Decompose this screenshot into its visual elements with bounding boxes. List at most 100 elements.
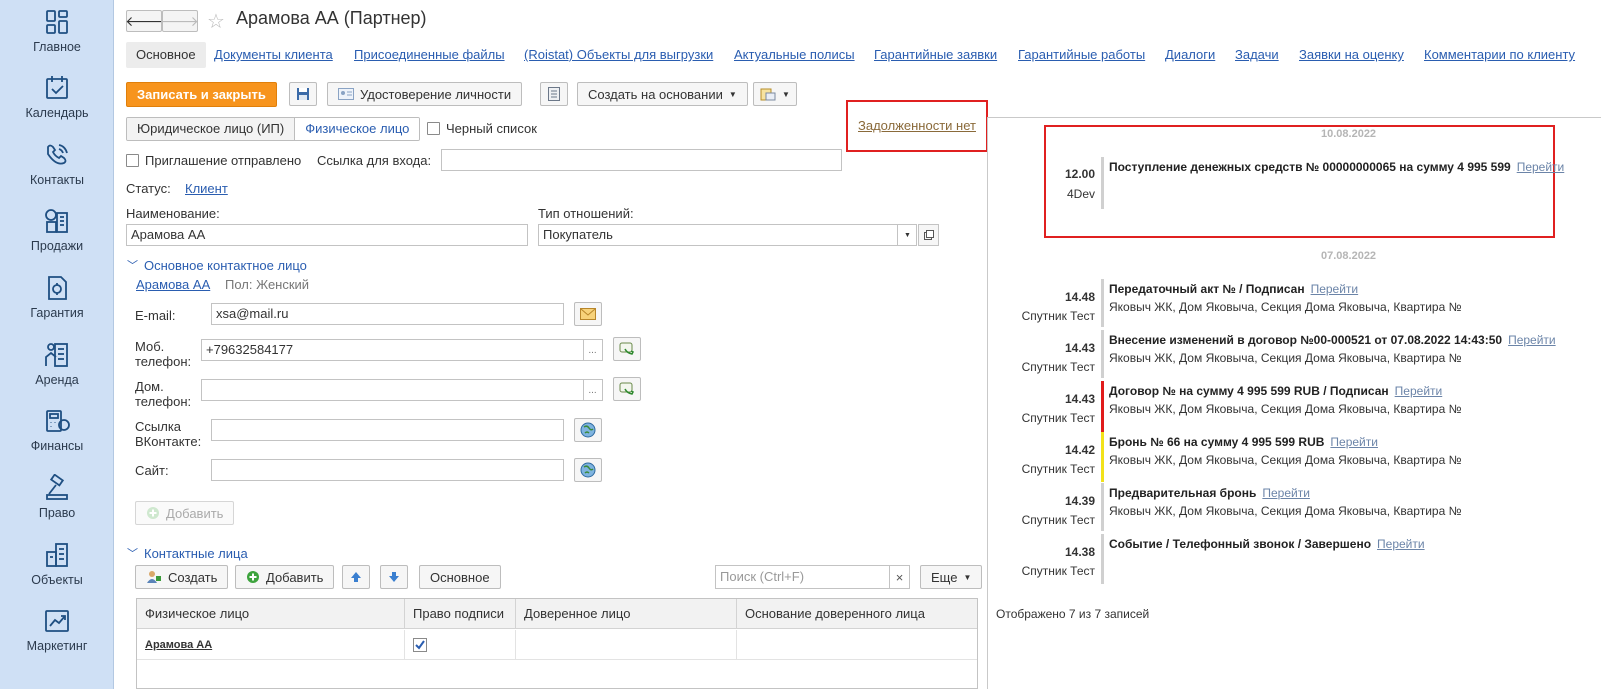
main-contact-link[interactable]: Арамова АА xyxy=(136,277,210,292)
set-main-contact-button[interactable]: Основное xyxy=(419,565,501,589)
column-header-trusted-person[interactable]: Доверенное лицо xyxy=(516,599,737,629)
id-card-icon xyxy=(338,88,354,100)
tab-main[interactable]: Основное xyxy=(126,42,206,68)
event-goto-link[interactable]: Перейти xyxy=(1330,435,1378,449)
more-actions-button[interactable]: Еще ▼ xyxy=(920,565,983,589)
contacts-search-input[interactable]: Поиск (Ctrl+F) xyxy=(715,565,890,589)
site-label: Сайт: xyxy=(135,463,169,478)
tab-roistat-objects[interactable]: (Roistat) Объекты для выгрузки xyxy=(524,42,713,68)
home-phone-input[interactable] xyxy=(201,379,603,401)
forward-button[interactable]: 🡒 xyxy=(161,10,199,32)
column-header-person[interactable]: Физическое лицо xyxy=(137,599,405,629)
email-input[interactable]: xsa@mail.ru xyxy=(211,303,564,325)
move-up-button[interactable] xyxy=(342,565,370,589)
objects-building-icon xyxy=(46,543,68,567)
clear-search-button[interactable]: × xyxy=(889,565,910,589)
sidebar-item-contacts[interactable]: Контакты xyxy=(0,133,114,199)
save-and-close-button[interactable]: Записать и закрыть xyxy=(126,82,277,107)
status-label: Статус: xyxy=(126,181,171,196)
tab-attached-files[interactable]: Присоединенные файлы xyxy=(354,42,505,68)
highlight-frame xyxy=(1044,125,1555,238)
sidebar-item-rent[interactable]: Аренда xyxy=(0,333,114,399)
sidebar-item-sales[interactable]: Продажи xyxy=(0,199,114,265)
call-home-button[interactable] xyxy=(613,377,641,401)
sidebar-item-main[interactable]: Главное xyxy=(0,0,114,66)
status-link[interactable]: Клиент xyxy=(185,181,228,196)
contact-persons-section-header[interactable]: ﹀ Контактные лица xyxy=(127,545,248,561)
site-input[interactable] xyxy=(211,459,564,481)
table-cell-basis[interactable] xyxy=(737,630,977,660)
mobile-phone-input[interactable]: +79632584177 xyxy=(201,339,603,361)
sidebar-item-marketing[interactable]: Маркетинг xyxy=(0,599,114,665)
open-site-button[interactable] xyxy=(574,458,602,482)
create-contact-button[interactable]: Создать xyxy=(135,565,229,589)
event-goto-link[interactable]: Перейти xyxy=(1395,384,1443,398)
column-header-trusted-basis[interactable]: Основание доверенного лица xyxy=(737,599,977,629)
event-status-bar xyxy=(1101,381,1104,432)
call-mobile-button[interactable] xyxy=(613,337,641,361)
event-goto-link[interactable]: Перейти xyxy=(1377,537,1425,551)
invitation-sent-checkbox[interactable]: Приглашение отправлено xyxy=(126,153,301,168)
home-phone-label-line1: Дом. xyxy=(135,379,164,394)
report-button[interactable] xyxy=(540,82,568,106)
print-menu-button[interactable]: ▼ xyxy=(753,82,797,106)
dropdown-caret-icon[interactable]: ▼ xyxy=(897,225,917,245)
main-contact-section-header[interactable]: ﹀ Основное контактное лицо xyxy=(127,257,307,273)
identity-document-button[interactable]: Удостоверение личности xyxy=(327,82,523,106)
send-email-button[interactable] xyxy=(574,302,602,326)
sidebar-item-finance[interactable]: Финансы xyxy=(0,399,114,465)
event-status-bar xyxy=(1101,483,1104,531)
move-down-button[interactable] xyxy=(380,565,408,589)
table-cell-person[interactable]: Арамова АА xyxy=(137,630,405,660)
timeline-date-separator: 10.08.2022 xyxy=(1321,128,1377,140)
entity-type-legal[interactable]: Юридическое лицо (ИП) xyxy=(127,118,295,140)
save-button[interactable] xyxy=(289,82,317,106)
add-contact-button[interactable]: Добавить xyxy=(235,565,335,589)
column-header-sign-right[interactable]: Право подписи xyxy=(405,599,516,629)
sidebar-item-label: Гарантия xyxy=(30,306,84,320)
sidebar-item-law[interactable]: Право xyxy=(0,466,114,532)
event-goto-link[interactable]: Перейти xyxy=(1262,486,1310,500)
page-title: Арамова АА (Партнер) xyxy=(236,8,427,28)
tab-client-documents[interactable]: Документы клиента xyxy=(214,42,333,68)
timeline-event-title: Поступление денежных средств № 000000000… xyxy=(1109,160,1565,174)
sidebar-item-calendar[interactable]: Календарь xyxy=(0,66,114,132)
open-window-icon xyxy=(923,230,934,240)
relation-type-select[interactable]: Покупатель xyxy=(538,224,917,246)
add-contact-field-button[interactable]: Добавить xyxy=(135,501,235,525)
tab-dialogs[interactable]: Диалоги xyxy=(1165,42,1215,68)
open-relation-button[interactable] xyxy=(918,224,939,246)
timeline-event-title: Предварительная бронь Перейти xyxy=(1109,486,1310,500)
tab-evaluation-requests[interactable]: Заявки на оценку xyxy=(1299,42,1404,68)
name-input[interactable]: Арамова АА xyxy=(126,224,528,246)
tab-warranty-works[interactable]: Гарантийные работы xyxy=(1018,42,1145,68)
back-button[interactable]: 🡐 xyxy=(125,10,163,32)
event-goto-link[interactable]: Перейти xyxy=(1517,160,1565,174)
event-goto-link[interactable]: Перейти xyxy=(1311,282,1359,296)
vk-link-input[interactable] xyxy=(211,419,564,441)
mobile-phone-more-button[interactable]: ... xyxy=(583,340,601,360)
login-link-input[interactable] xyxy=(441,149,842,171)
blacklist-checkbox[interactable]: Черный список xyxy=(427,121,537,136)
tab-client-comments[interactable]: Комментарии по клиенту xyxy=(1424,42,1575,68)
sidebar-item-warranty[interactable]: Гарантия xyxy=(0,266,114,332)
event-goto-link[interactable]: Перейти xyxy=(1508,333,1556,347)
calendar-check-icon xyxy=(46,76,68,99)
caret-down-icon: ▼ xyxy=(728,89,737,99)
chevron-down-icon: ﹀ xyxy=(127,548,138,560)
table-cell-trusted[interactable] xyxy=(516,630,737,660)
table-cell-sign[interactable] xyxy=(405,630,516,660)
favorite-star-icon[interactable]: ☆ xyxy=(207,9,225,34)
debt-status-link[interactable]: Задолженности нет xyxy=(858,118,976,133)
tab-bar: Основное Документы клиента Присоединенны… xyxy=(126,42,1601,68)
tab-tasks[interactable]: Задачи xyxy=(1235,42,1279,68)
entity-type-individual[interactable]: Физическое лицо xyxy=(294,118,420,140)
create-based-on-button[interactable]: Создать на основании ▼ xyxy=(577,82,748,106)
open-vk-button[interactable] xyxy=(574,418,602,442)
sidebar-item-objects[interactable]: Объекты xyxy=(0,533,114,599)
home-phone-more-button[interactable]: ... xyxy=(583,380,601,400)
mobile-label-line2: телефон: xyxy=(135,354,192,369)
phone-chat-icon xyxy=(619,342,635,355)
tab-actual-policies[interactable]: Актуальные полисы xyxy=(734,42,855,68)
tab-warranty-requests[interactable]: Гарантийные заявки xyxy=(874,42,997,68)
